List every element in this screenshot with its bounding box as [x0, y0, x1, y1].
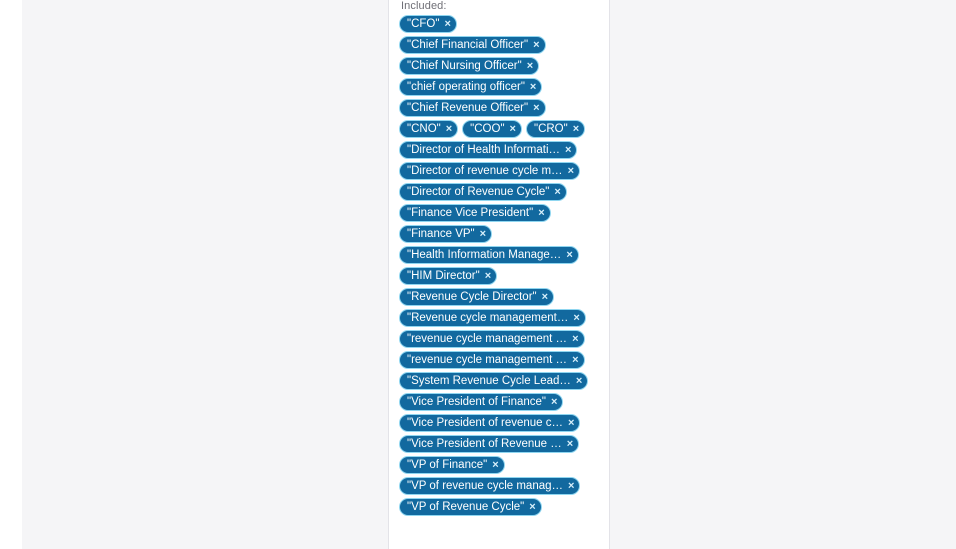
tag-remove-icon[interactable]: × — [576, 375, 582, 387]
tag-remove-icon[interactable]: × — [573, 123, 579, 135]
tag-label: "Director of revenue cycle m… — [407, 165, 563, 177]
tag-chip[interactable]: "VP of Finance" × — [399, 456, 505, 474]
tag-chip[interactable]: "Finance VP" × — [399, 225, 493, 243]
tag-label: "CNO" — [407, 123, 441, 135]
tag-chip[interactable]: "Vice President of revenue c… × — [399, 414, 581, 432]
tag-chip[interactable]: "Health Information Manage… × — [399, 246, 579, 264]
tag-chip[interactable]: "revenue cycle management … × — [399, 330, 585, 348]
tag-list: "CFO" × "Chief Financial Officer" × "Chief N… — [399, 15, 601, 516]
tag-remove-icon[interactable]: × — [567, 438, 573, 450]
tag-remove-icon[interactable]: × — [568, 480, 574, 492]
tag-remove-icon[interactable]: × — [568, 417, 574, 429]
tag-chip[interactable]: "Chief Nursing Officer" × — [399, 57, 540, 75]
tag-label: "Director of Revenue Cycle" — [407, 186, 550, 198]
tag-label: "revenue cycle management … — [407, 333, 568, 345]
tag-chip[interactable]: "CRO" × — [525, 120, 586, 138]
tag-chip[interactable]: "COO" × — [462, 120, 522, 138]
tag-chip[interactable]: "System Revenue Cycle Lead… × — [399, 372, 589, 390]
tag-remove-icon[interactable]: × — [565, 144, 571, 156]
tag-remove-icon[interactable]: × — [568, 165, 574, 177]
tag-remove-icon[interactable]: × — [485, 270, 491, 282]
tag-label: "Chief Revenue Officer" — [407, 102, 529, 114]
tag-chip[interactable]: "revenue cycle management … × — [399, 351, 585, 369]
tag-label: "Revenue Cycle Director" — [407, 291, 537, 303]
tag-label: "Finance VP" — [407, 228, 475, 240]
tag-remove-icon[interactable]: × — [573, 312, 579, 324]
tag-remove-icon[interactable]: × — [510, 123, 516, 135]
screen: Included: "CFO" × "Chief Financial Officer… — [0, 0, 956, 549]
tag-chip[interactable]: "VP of revenue cycle manag… × — [399, 477, 581, 495]
tag-label: "COO" — [470, 123, 505, 135]
tag-label: "VP of Revenue Cycle" — [407, 501, 525, 513]
tag-label: "Chief Nursing Officer" — [407, 60, 522, 72]
tag-label: "Vice President of Finance" — [407, 396, 546, 408]
tag-label: "HIM Director" — [407, 270, 480, 282]
tag-remove-icon[interactable]: × — [551, 396, 557, 408]
tag-label: "Vice President of revenue c… — [407, 417, 564, 429]
tag-chip[interactable]: "CFO" × — [399, 15, 457, 33]
tag-chip[interactable]: "HIM Director" × — [399, 267, 498, 285]
tag-remove-icon[interactable]: × — [529, 501, 535, 513]
tag-label: "Director of Health Informati… — [407, 144, 560, 156]
tag-chip[interactable]: "Vice President of Finance" × — [399, 393, 564, 411]
tag-remove-icon[interactable]: × — [542, 291, 548, 303]
tag-label: "VP of revenue cycle manag… — [407, 480, 564, 492]
panel-inner: Included: "CFO" × "Chief Financial Officer… — [389, 0, 609, 516]
tag-remove-icon[interactable]: × — [572, 354, 578, 366]
tag-remove-icon[interactable]: × — [530, 81, 536, 93]
tag-remove-icon[interactable]: × — [533, 102, 539, 114]
tag-chip[interactable]: "Director of revenue cycle m… × — [399, 162, 580, 180]
tag-label: "VP of Finance" — [407, 459, 488, 471]
tag-label: "chief operating officer" — [407, 81, 525, 93]
tag-chip[interactable]: "VP of Revenue Cycle" × — [399, 498, 542, 516]
tag-chip[interactable]: "Finance Vice President" × — [399, 204, 551, 222]
tag-chip[interactable]: "Vice President of Revenue … × — [399, 435, 580, 453]
tag-label: "System Revenue Cycle Lead… — [407, 375, 571, 387]
tag-label: "Chief Financial Officer" — [407, 39, 529, 51]
tag-chip[interactable]: "Chief Financial Officer" × — [399, 36, 546, 54]
tag-label: "Health Information Manage… — [407, 249, 562, 261]
tag-label: "Finance Vice President" — [407, 207, 534, 219]
tag-chip[interactable]: "Revenue Cycle Director" × — [399, 288, 555, 306]
tag-label: "CRO" — [533, 123, 568, 135]
tag-remove-icon[interactable]: × — [480, 228, 486, 240]
tag-remove-icon[interactable]: × — [566, 249, 572, 261]
tag-chip[interactable]: "Director of Revenue Cycle" × — [399, 183, 567, 201]
included-tags-panel: Included: "CFO" × "Chief Financial Officer… — [388, 0, 610, 549]
tag-remove-icon[interactable]: × — [444, 18, 450, 30]
tag-remove-icon[interactable]: × — [554, 186, 560, 198]
tag-remove-icon[interactable]: × — [492, 459, 498, 471]
tag-chip[interactable]: "chief operating officer" × — [399, 78, 543, 96]
tag-label: "Vice President of Revenue … — [407, 438, 562, 450]
tag-chip[interactable]: "Chief Revenue Officer" × — [399, 99, 546, 117]
tag-chip[interactable]: "CNO" × — [399, 120, 459, 138]
tag-label: "Revenue cycle management… — [407, 312, 569, 324]
tag-remove-icon[interactable]: × — [572, 333, 578, 345]
tag-chip[interactable]: "Revenue cycle management… × — [399, 309, 586, 327]
tag-remove-icon[interactable]: × — [446, 123, 452, 135]
included-section-label: Included: — [401, 0, 447, 12]
tag-chip[interactable]: "Director of Health Informati… × — [399, 141, 578, 159]
tag-remove-icon[interactable]: × — [533, 39, 539, 51]
tag-label: "CFO" — [407, 18, 440, 30]
tag-label: "revenue cycle management … — [407, 354, 568, 366]
tag-remove-icon[interactable]: × — [538, 207, 544, 219]
tag-remove-icon[interactable]: × — [527, 60, 533, 72]
